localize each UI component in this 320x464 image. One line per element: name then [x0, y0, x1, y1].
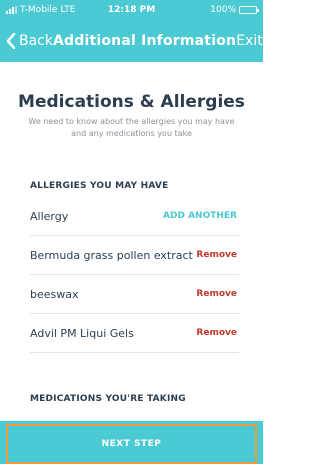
allergy-input-row[interactable]: Allergy ADD ANOTHER [30, 198, 239, 236]
signal-icon [6, 6, 17, 14]
chevron-left-icon [6, 33, 16, 49]
medications-section-header: MEDICATIONS YOU'RE TAKING [30, 394, 186, 404]
status-time: 12:18 PM [107, 5, 156, 15]
network-label: LTE [60, 5, 76, 15]
status-right: 100% [167, 5, 259, 15]
allergies-section-header: ALLERGIES YOU MAY HAVE [30, 181, 169, 191]
list-item: Bermuda grass pollen extract Remove [30, 237, 239, 275]
next-step-button[interactable]: NEXT STEP [6, 424, 257, 464]
carrier-label: T-Mobile [20, 5, 58, 15]
remove-button[interactable]: Remove [196, 289, 237, 299]
allergy-name: Advil PM Liqui Gels [30, 327, 134, 340]
allergy-name: beeswax [30, 288, 79, 301]
main-content: Medications & Allergies We need to know … [0, 62, 263, 392]
status-bar: T-Mobile LTE 12:18 PM 100% [0, 0, 263, 20]
back-label: Back [19, 33, 53, 49]
allergy-field-label: Allergy [30, 210, 69, 223]
nav-title: Additional Information [53, 33, 237, 49]
page-title: Medications & Allergies [18, 92, 245, 112]
remove-button[interactable]: Remove [196, 328, 237, 338]
status-left: T-Mobile LTE [6, 5, 96, 15]
list-item: beeswax Remove [30, 276, 239, 314]
list-item: Advil PM Liqui Gels Remove [30, 315, 239, 353]
allergy-name: Bermuda grass pollen extract [30, 249, 193, 262]
battery-icon [239, 6, 259, 14]
battery-percent: 100% [210, 5, 236, 15]
remove-button[interactable]: Remove [196, 250, 237, 260]
back-button[interactable]: Back [0, 33, 53, 49]
page-subtitle: We need to know about the allergies you … [28, 117, 235, 138]
add-another-button[interactable]: ADD ANOTHER [163, 211, 237, 221]
nav-bar: Back Additional Information Exit [0, 20, 263, 62]
exit-button[interactable]: Exit [236, 33, 271, 49]
